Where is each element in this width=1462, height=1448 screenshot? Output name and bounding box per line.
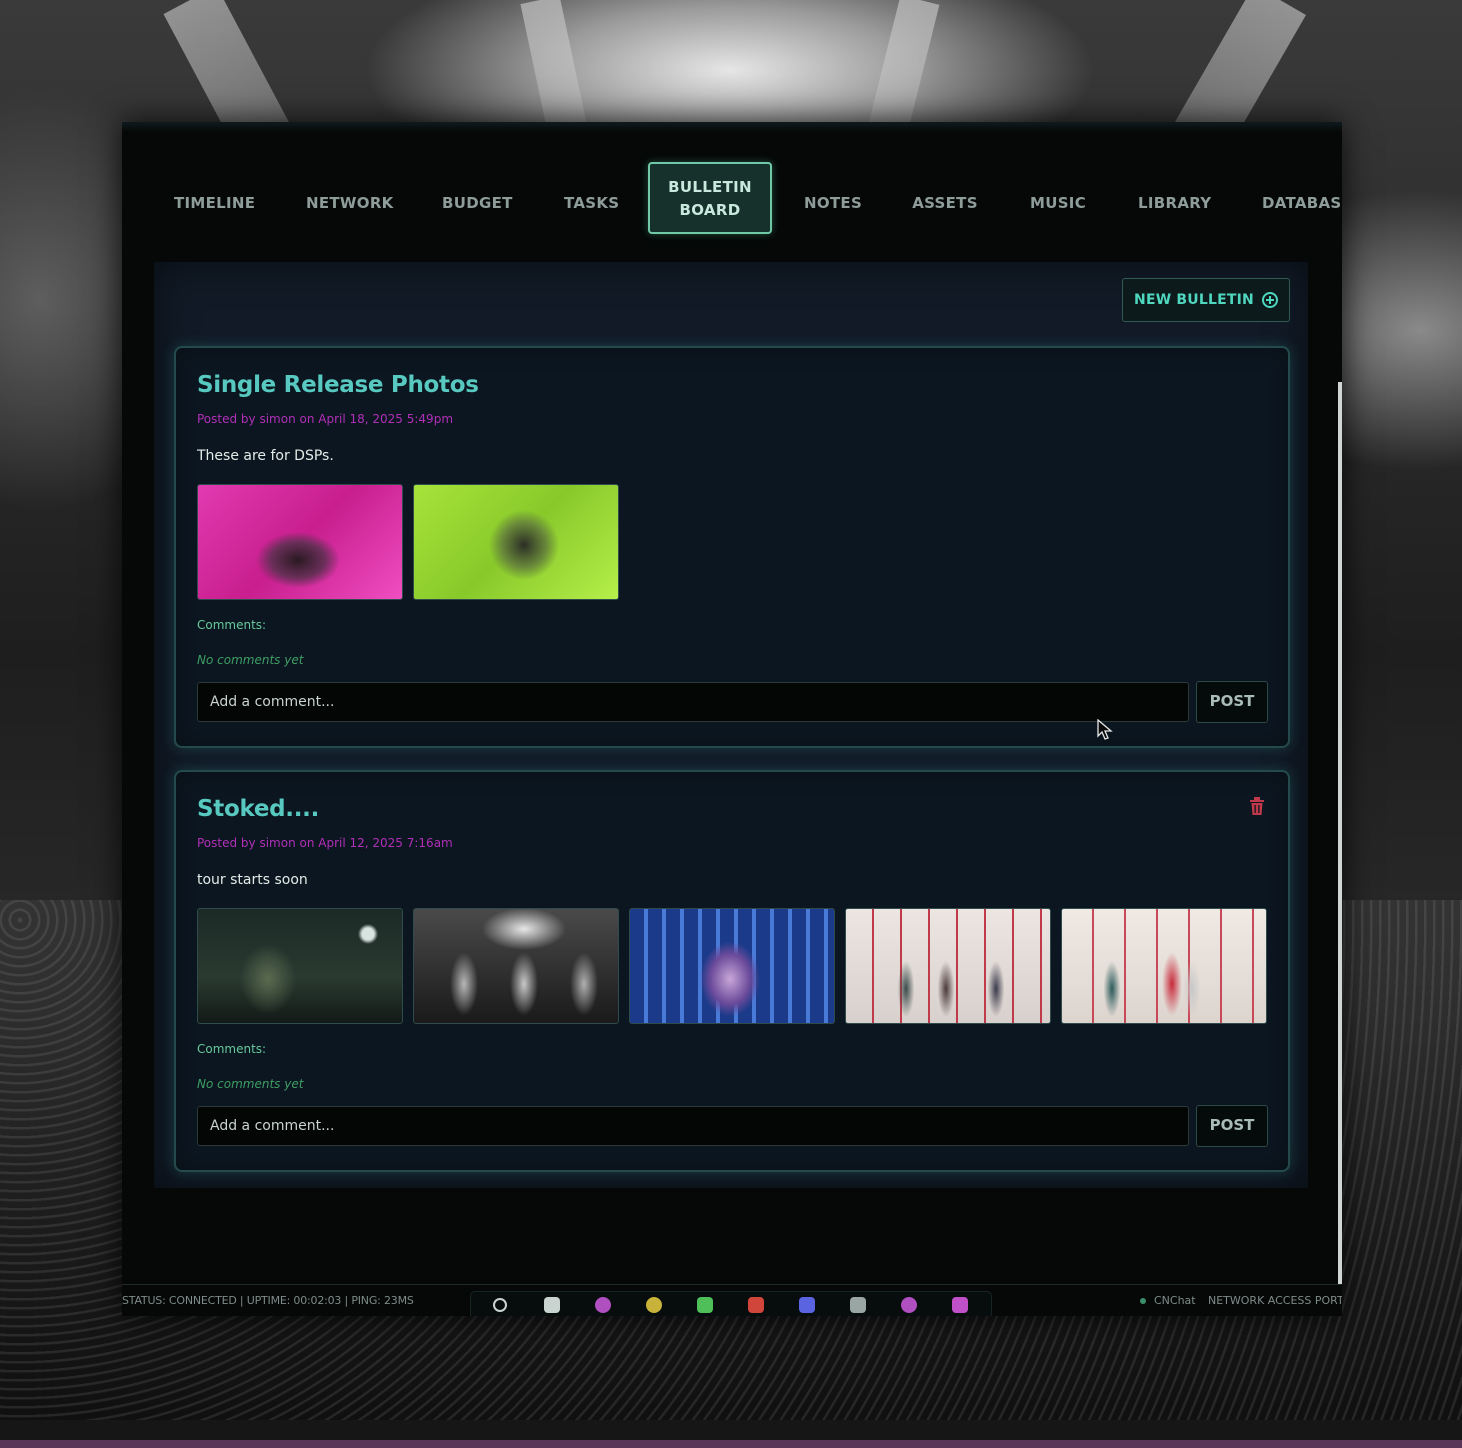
- tab-label-line: BULLETIN: [668, 178, 752, 196]
- app-window: TIMELINE NETWORK BUDGET TASKS BULLETIN B…: [122, 122, 1342, 1316]
- comment-input[interactable]: [197, 682, 1189, 722]
- music-icon[interactable]: [901, 1297, 917, 1313]
- status-bar: STATUS: CONNECTED | UPTIME: 00:02:03 | P…: [122, 1284, 1342, 1316]
- comments-label: Comments:: [197, 1042, 267, 1056]
- bulletin-card: Single Release Photos Posted by simon on…: [174, 346, 1290, 748]
- scrollbar[interactable]: [1338, 382, 1342, 1316]
- bulletin-image[interactable]: [197, 484, 403, 600]
- calendar-icon[interactable]: [544, 1297, 560, 1313]
- new-bulletin-button[interactable]: NEW BULLETIN: [1122, 278, 1290, 322]
- tab-tasks[interactable]: TASKS: [564, 190, 619, 216]
- bulletin-card: Stoked.... Posted by simon on April 12, …: [174, 770, 1290, 1172]
- chat-status-dot: [1140, 1298, 1146, 1304]
- bulletin-icon[interactable]: [748, 1297, 764, 1313]
- bulletin-title: Single Release Photos: [197, 372, 479, 398]
- bulletin-image[interactable]: [197, 908, 403, 1024]
- bulletin-image[interactable]: [413, 484, 619, 600]
- tab-timeline[interactable]: TIMELINE: [174, 190, 255, 216]
- tab-budget[interactable]: BUDGET: [442, 190, 512, 216]
- bulletin-body: These are for DSPs.: [197, 448, 334, 464]
- search-icon[interactable]: [493, 1298, 507, 1312]
- tab-music[interactable]: MUSIC: [1028, 190, 1088, 216]
- window-top-edge: [122, 122, 1342, 132]
- tab-bulletin-board[interactable]: BULLETIN BOARD: [648, 162, 772, 234]
- post-comment-button[interactable]: POST: [1196, 1105, 1268, 1147]
- no-comments-text: No comments yet: [197, 653, 304, 667]
- bottom-strip: [0, 1440, 1462, 1448]
- app-dock: [470, 1291, 992, 1316]
- tab-assets[interactable]: ASSETS: [912, 190, 978, 216]
- plus-circle-icon: [1261, 292, 1278, 308]
- bulletin-meta: Posted by simon on April 18, 2025 5:49pm: [197, 412, 454, 426]
- no-comments-text: No comments yet: [197, 1077, 304, 1091]
- bulletin-image[interactable]: [1061, 908, 1267, 1024]
- post-comment-button[interactable]: POST: [1196, 681, 1268, 723]
- mouse-cursor-icon: [1097, 719, 1113, 740]
- bulletin-image[interactable]: [413, 908, 619, 1024]
- assets-icon[interactable]: [850, 1297, 866, 1313]
- network-icon[interactable]: [595, 1297, 611, 1313]
- bulletin-image[interactable]: [629, 908, 835, 1024]
- main-nav: TIMELINE NETWORK BUDGET TASKS BULLETIN B…: [122, 162, 1342, 242]
- tasks-icon[interactable]: [697, 1297, 713, 1313]
- comment-input[interactable]: [197, 1106, 1189, 1146]
- bulletin-title: Stoked....: [197, 796, 320, 822]
- notes-icon[interactable]: [799, 1297, 815, 1313]
- tab-notes[interactable]: NOTES: [804, 190, 862, 216]
- tab-database[interactable]: DATABASE: [1262, 190, 1342, 216]
- chat-link[interactable]: CNChat: [1154, 1294, 1196, 1307]
- bulletin-image[interactable]: [845, 908, 1051, 1024]
- tab-network[interactable]: NETWORK: [306, 190, 393, 216]
- comments-label: Comments:: [197, 618, 267, 632]
- status-text: STATUS: CONNECTED | UPTIME: 00:02:03 | P…: [122, 1294, 414, 1307]
- tab-library[interactable]: LIBRARY: [1138, 190, 1211, 216]
- network-access-port[interactable]: NETWORK ACCESS PORT: [1208, 1294, 1342, 1307]
- trash-icon[interactable]: [1248, 796, 1266, 816]
- budget-icon[interactable]: [646, 1297, 662, 1313]
- new-bulletin-label: NEW BULLETIN: [1134, 292, 1254, 308]
- bulletin-body: tour starts soon: [197, 872, 308, 888]
- tab-label-line: BOARD: [679, 201, 741, 219]
- library-icon[interactable]: [952, 1297, 968, 1313]
- bulletin-meta: Posted by simon on April 12, 2025 7:16am: [197, 836, 453, 850]
- bulletin-board-panel: NEW BULLETIN Single Release Photos Poste…: [154, 262, 1308, 1188]
